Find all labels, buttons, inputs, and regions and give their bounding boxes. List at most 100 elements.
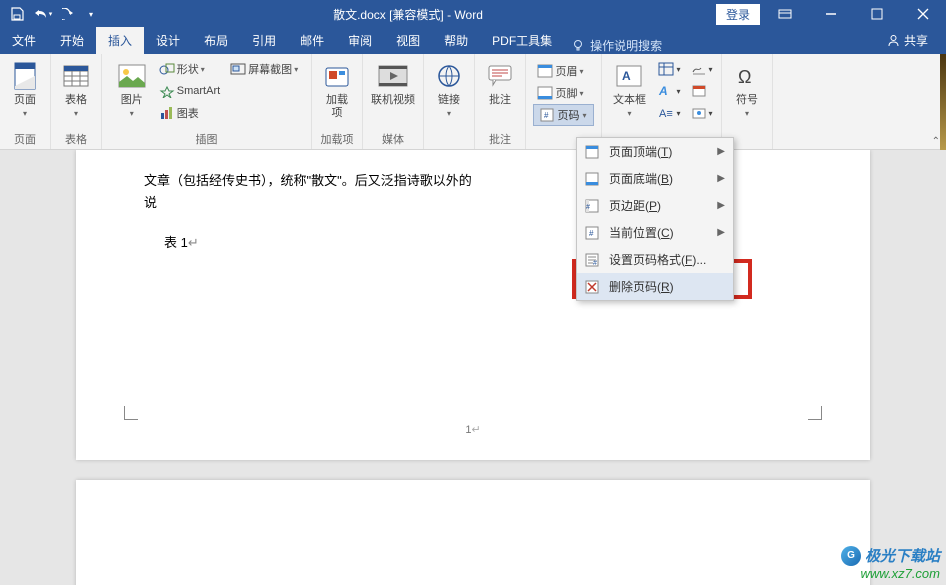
tab-references[interactable]: 引用 xyxy=(240,27,288,54)
header-icon xyxy=(537,64,553,78)
tab-layout[interactable]: 布局 xyxy=(192,27,240,54)
page-2 xyxy=(76,480,870,585)
lightbulb-icon xyxy=(572,39,586,53)
textbox-button[interactable]: A 文本框 ▾ xyxy=(606,58,652,120)
smartart-button[interactable]: SmartArt xyxy=(155,80,224,102)
tab-view[interactable]: 视图 xyxy=(384,27,432,54)
page-number-icon: # xyxy=(540,108,554,122)
qat: ▾ ▾ xyxy=(0,1,100,27)
header-button[interactable]: 页眉 ▾ xyxy=(533,60,593,82)
tab-design[interactable]: 设计 xyxy=(144,27,192,54)
tab-insert[interactable]: 插入 xyxy=(96,27,144,54)
footer-icon xyxy=(537,86,553,100)
margin-corner xyxy=(808,406,822,420)
tab-home[interactable]: 开始 xyxy=(48,27,96,54)
pictures-button[interactable]: 图片 ▾ xyxy=(111,58,153,120)
table-button[interactable]: 表格 ▾ xyxy=(55,58,97,120)
tab-review[interactable]: 审阅 xyxy=(336,27,384,54)
group-tables: 表格 ▾ 表格 xyxy=(51,54,102,149)
group-illustrations: 图片 ▾ 形状 ▾ SmartArt 图表 xyxy=(102,54,312,149)
chart-button[interactable]: 图表 xyxy=(155,102,224,124)
tab-mailings[interactable]: 邮件 xyxy=(288,27,336,54)
login-button[interactable]: 登录 xyxy=(716,4,760,25)
quick-parts-button[interactable]: ▾ xyxy=(654,58,684,80)
close-icon[interactable] xyxy=(900,0,946,28)
svg-text:#: # xyxy=(544,111,549,120)
page-margin-icon: # xyxy=(583,198,601,214)
qat-customize-icon[interactable]: ▾ xyxy=(82,1,100,27)
links-button[interactable]: 链接 ▾ xyxy=(428,58,470,120)
save-icon[interactable] xyxy=(4,1,30,27)
group-media: 联机视频 媒体 xyxy=(363,54,424,149)
share-button[interactable]: 共享 xyxy=(877,27,938,54)
submenu-arrow-icon: ▶ xyxy=(717,146,725,157)
group-comments: 批注 批注 xyxy=(475,54,526,149)
dropcap-button[interactable]: A≡▾ xyxy=(654,102,684,124)
document-area[interactable]: 文章（包括经传史书），统称"散文"。后又泛指诗歌以外的 说 表 1↵ 1↵ xyxy=(0,150,946,585)
page-number-text: 1↵ xyxy=(465,423,480,436)
minimize-icon[interactable] xyxy=(808,0,854,28)
person-icon xyxy=(887,34,900,47)
submenu-arrow-icon: ▶ xyxy=(717,227,725,238)
group-headerfooter: 页眉 ▾ 页脚 ▾ # 页码 ▾ xyxy=(526,54,602,149)
titlebar: ▾ ▾ 散文.docx [兼容模式] - Word 登录 xyxy=(0,0,946,28)
ribbon: 页面 ▾ 页面 表格 ▾ 表格 图片 ▾ 形 xyxy=(0,54,946,150)
symbol-button[interactable]: Ω 符号 ▾ xyxy=(726,58,768,120)
format-pagenum-icon: # xyxy=(583,252,601,268)
tab-file[interactable]: 文件 xyxy=(0,27,48,54)
menu-label: 页面底端(B) xyxy=(609,170,673,187)
redo-icon[interactable] xyxy=(56,1,82,27)
smartart-icon xyxy=(159,84,175,98)
group-links: 链接 ▾ xyxy=(424,54,475,149)
page-bottom-icon xyxy=(583,171,601,187)
svg-text:A: A xyxy=(622,69,631,83)
menu-remove-page-numbers[interactable]: 删除页码(R) xyxy=(577,273,733,300)
menu-page-margins[interactable]: # 页边距(P) ▶ xyxy=(577,192,733,219)
ribbon-options-icon[interactable] xyxy=(762,0,808,28)
signature-button[interactable]: ▾ xyxy=(687,58,717,80)
wordart-button[interactable]: A▾ xyxy=(654,80,684,102)
menu-label: 删除页码(R) xyxy=(609,278,674,295)
undo-icon[interactable]: ▾ xyxy=(30,1,56,27)
svg-text:Ω: Ω xyxy=(738,67,751,87)
svg-text:#: # xyxy=(589,229,594,238)
group-text: A 文本框 ▾ ▾ A▾ A≡▾ ▾ ▾ xyxy=(602,54,722,149)
cover-page-button[interactable]: 页面 ▾ xyxy=(4,58,46,120)
window-controls: 登录 xyxy=(716,0,946,28)
page-number-button[interactable]: # 页码 ▾ xyxy=(533,104,593,126)
tab-help[interactable]: 帮助 xyxy=(432,27,480,54)
datetime-button[interactable] xyxy=(687,80,717,102)
menu-label: 页边距(P) xyxy=(609,197,661,214)
submenu-arrow-icon: ▶ xyxy=(717,200,725,211)
tab-pdf[interactable]: PDF工具集 xyxy=(480,27,564,54)
shapes-icon xyxy=(159,62,175,76)
group-addins: 加载 项 加载项 xyxy=(312,54,363,149)
collapse-ribbon-icon[interactable]: ⌃ xyxy=(932,136,940,147)
maximize-icon[interactable] xyxy=(854,0,900,28)
screenshot-button[interactable]: 屏幕截图 ▾ xyxy=(226,58,302,80)
ribbon-tabs: 文件 开始 插入 设计 布局 引用 邮件 审阅 视图 帮助 PDF工具集 操作说… xyxy=(0,28,946,54)
svg-text:#: # xyxy=(593,260,597,267)
window-edge xyxy=(940,54,946,150)
menu-bottom-of-page[interactable]: 页面底端(B) ▶ xyxy=(577,165,733,192)
menu-current-position[interactable]: # 当前位置(C) ▶ xyxy=(577,219,733,246)
submenu-arrow-icon: ▶ xyxy=(717,173,725,184)
shapes-button[interactable]: 形状 ▾ xyxy=(155,58,224,80)
window-title: 散文.docx [兼容模式] - Word xyxy=(100,6,716,23)
comment-button[interactable]: 批注 xyxy=(479,58,521,109)
footer-button[interactable]: 页脚 ▾ xyxy=(533,82,593,104)
menu-label: 页面顶端(T) xyxy=(609,143,672,160)
svg-text:#: # xyxy=(586,204,590,211)
search-placeholder: 操作说明搜索 xyxy=(590,37,662,54)
page-number-menu: 页面顶端(T) ▶ 页面底端(B) ▶ # 页边距(P) ▶ # 当前位置(C)… xyxy=(576,137,734,301)
current-pos-icon: # xyxy=(583,225,601,241)
tell-me-search[interactable]: 操作说明搜索 xyxy=(564,37,670,54)
svg-text:A: A xyxy=(658,84,668,98)
menu-top-of-page[interactable]: 页面顶端(T) ▶ xyxy=(577,138,733,165)
menu-format-page-numbers[interactable]: # 设置页码格式(F)... xyxy=(577,246,733,273)
object-button[interactable]: ▾ xyxy=(687,102,717,124)
chart-icon xyxy=(159,106,175,120)
online-video-button[interactable]: 联机视频 xyxy=(367,58,419,109)
page-1: 文章（包括经传史书），统称"散文"。后又泛指诗歌以外的 说 表 1↵ 1↵ xyxy=(76,150,870,460)
addins-button[interactable]: 加载 项 xyxy=(316,58,358,122)
